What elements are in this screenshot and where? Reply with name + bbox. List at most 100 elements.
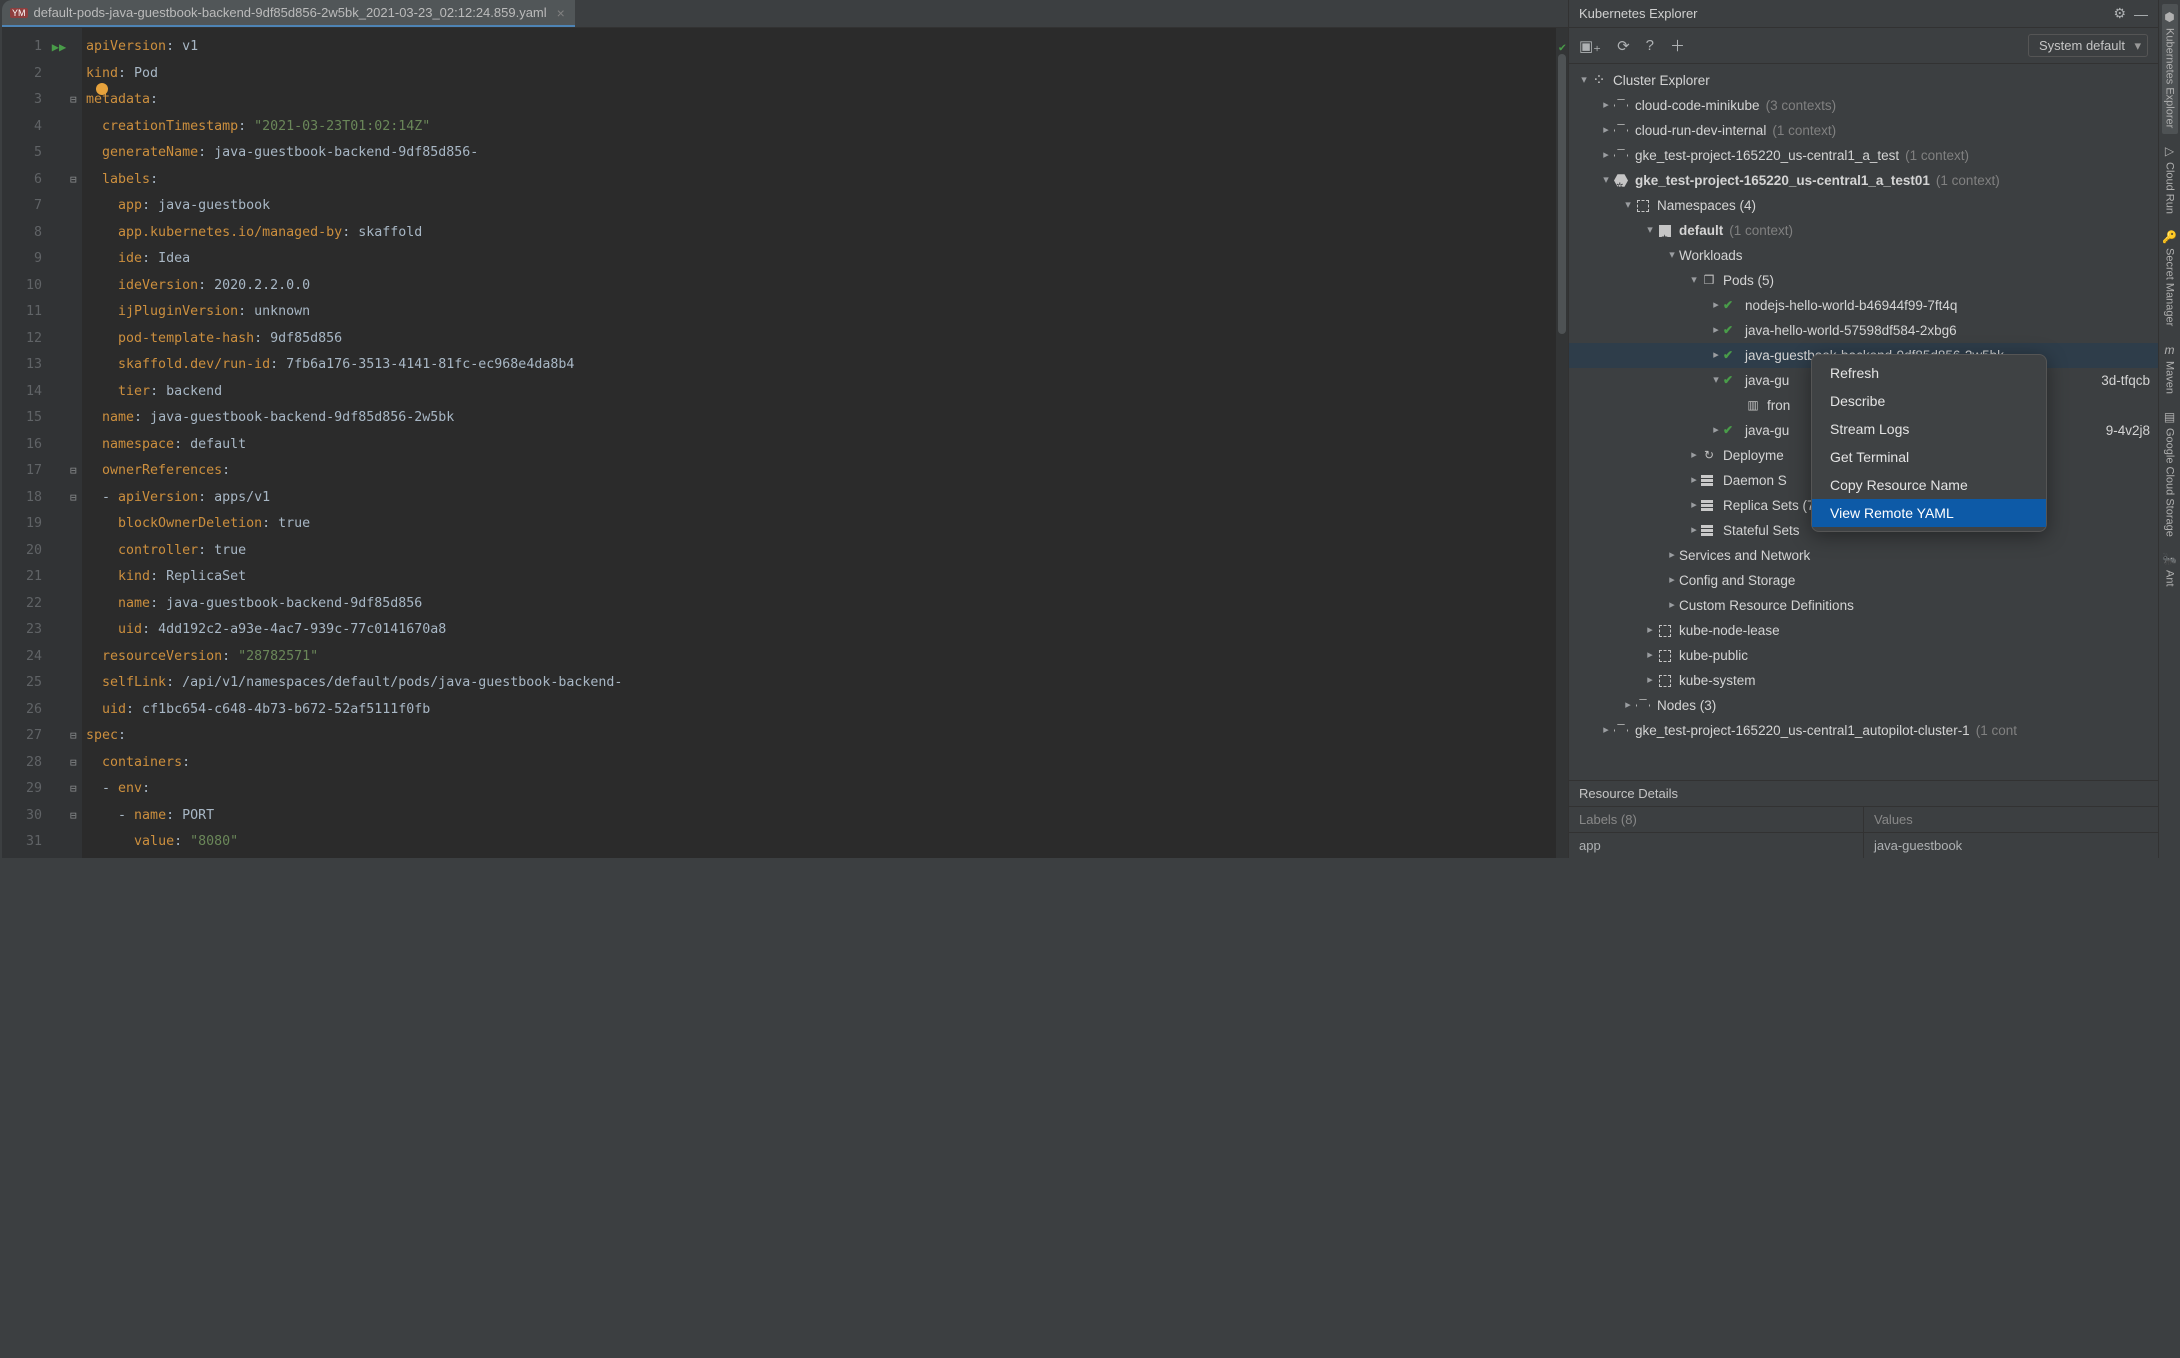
chevron-right-icon[interactable]: ▸ — [1665, 543, 1679, 568]
chevron-right-icon[interactable]: ▸ — [1665, 593, 1679, 618]
tree-row[interactable]: ▸cloud-run-dev-internal(1 context) — [1569, 118, 2158, 143]
fold-toggle-icon[interactable]: ⊟ — [70, 458, 77, 485]
chevron-down-icon[interactable]: ▾ — [1643, 218, 1657, 243]
code-line[interactable]: pod-template-hash: 9df85d856 — [86, 326, 622, 353]
code-line[interactable]: ownerReferences: — [86, 458, 622, 485]
chevron-right-icon[interactable]: ▸ — [1709, 318, 1723, 343]
code-line[interactable]: uid: cf1bc654-c648-4b73-b672-52af5111f0f… — [86, 697, 622, 724]
tool-window-button[interactable]: 🐜Ant — [2160, 546, 2179, 593]
fold-toggle-icon[interactable]: ⊟ — [70, 776, 77, 803]
chevron-down-icon[interactable]: ▾ — [1709, 368, 1723, 393]
tree-row[interactable]: ▸✔java-hello-world-57598df584-2xbg6 — [1569, 318, 2158, 343]
code-line[interactable]: metadata: — [86, 87, 622, 114]
tool-window-button[interactable]: mMaven — [2162, 337, 2178, 400]
tree-row[interactable]: ▸Services and Network — [1569, 543, 2158, 568]
chevron-right-icon[interactable]: ▸ — [1621, 693, 1635, 718]
chevron-right-icon[interactable]: ▸ — [1599, 118, 1613, 143]
code-line[interactable]: name: java-guestbook-backend-9df85d856 — [86, 591, 622, 618]
tree-row[interactable]: ▸kube-system — [1569, 668, 2158, 693]
refresh-icon[interactable]: ⟳ — [1617, 37, 1630, 55]
code-line[interactable]: apiVersion: v1 — [86, 34, 622, 61]
add-context-icon[interactable]: ▣₊ — [1579, 37, 1601, 55]
code-line[interactable]: app.kubernetes.io/managed-by: skaffold — [86, 220, 622, 247]
code-line[interactable]: namespace: default — [86, 432, 622, 459]
code-line[interactable]: labels: — [86, 167, 622, 194]
code-line[interactable]: tier: backend — [86, 379, 622, 406]
tree-row[interactable]: ▸kube-public — [1569, 643, 2158, 668]
editor-scrollbar[interactable]: ✔ — [1556, 28, 1568, 858]
fold-toggle-icon[interactable]: ⊟ — [70, 803, 77, 830]
code-line[interactable]: app: java-guestbook — [86, 193, 622, 220]
code-line[interactable]: skaffold.dev/run-id: 7fb6a176-3513-4141-… — [86, 352, 622, 379]
code-line[interactable]: name: java-guestbook-backend-9df85d856-2… — [86, 405, 622, 432]
code-line[interactable]: resourceVersion: "28782571" — [86, 644, 622, 671]
chevron-down-icon[interactable]: ▾ — [1599, 168, 1613, 193]
help-icon[interactable]: ? — [1646, 37, 1654, 54]
tree-row[interactable]: ▸Custom Resource Definitions — [1569, 593, 2158, 618]
code-line[interactable]: kind: ReplicaSet — [86, 564, 622, 591]
chevron-right-icon[interactable]: ▸ — [1599, 143, 1613, 168]
scope-dropdown[interactable]: System default — [2028, 34, 2148, 57]
tool-window-button[interactable]: ▷Cloud Run — [2162, 138, 2178, 220]
tree-row[interactable]: ▸✔nodejs-hello-world-b46944f99-7ft4q — [1569, 293, 2158, 318]
scrollbar-thumb[interactable] — [1558, 54, 1566, 334]
tree-row[interactable]: ▸Config and Storage — [1569, 568, 2158, 593]
tool-window-button[interactable]: ▤Google Cloud Storage — [2162, 404, 2178, 543]
code-line[interactable]: blockOwnerDeletion: true — [86, 511, 622, 538]
context-menu-item[interactable]: Stream Logs — [1812, 415, 2046, 443]
cluster-tree[interactable]: ▾⁘Cluster Explorer▸cloud-code-minikube(3… — [1569, 64, 2158, 780]
context-menu-item[interactable]: View Remote YAML — [1812, 499, 2046, 527]
chevron-right-icon[interactable]: ▸ — [1731, 393, 1745, 418]
tree-row[interactable]: ▸gke_test-project-165220_us-central1_a_t… — [1569, 143, 2158, 168]
editor-tab[interactable]: YM default-pods-java-guestbook-backend-9… — [2, 0, 575, 27]
chevron-right-icon[interactable]: ▸ — [1687, 443, 1701, 468]
run-gutter-icon[interactable]: ▶▶ — [50, 34, 68, 61]
code-line[interactable]: - env: — [86, 776, 622, 803]
fold-toggle-icon[interactable]: ⊟ — [70, 87, 77, 114]
code-line[interactable]: uid: 4dd192c2-a93e-4ac7-939c-77c0141670a… — [86, 617, 622, 644]
chevron-right-icon[interactable]: ▸ — [1687, 493, 1701, 518]
context-menu-item[interactable]: Get Terminal — [1812, 443, 2046, 471]
tree-row[interactable]: ▾Namespaces (4) — [1569, 193, 2158, 218]
chevron-right-icon[interactable]: ▸ — [1709, 418, 1723, 443]
code-line[interactable]: kind: Pod — [86, 61, 622, 88]
chevron-right-icon[interactable]: ▸ — [1709, 293, 1723, 318]
chevron-right-icon[interactable]: ▸ — [1687, 468, 1701, 493]
tool-window-button[interactable]: 🔑Secret Manager — [2160, 224, 2179, 332]
tree-row[interactable]: ▸cloud-code-minikube(3 contexts) — [1569, 93, 2158, 118]
chevron-down-icon[interactable]: ▾ — [1665, 243, 1679, 268]
fold-toggle-icon[interactable]: ⊟ — [70, 485, 77, 512]
tree-row[interactable]: ▾⁘Cluster Explorer — [1569, 68, 2158, 93]
code-line[interactable]: ide: Idea — [86, 246, 622, 273]
chevron-down-icon[interactable]: ▾ — [1577, 68, 1591, 93]
context-menu-item[interactable]: Refresh — [1812, 359, 2046, 387]
code-line[interactable]: - name: PORT — [86, 803, 622, 830]
code-line[interactable]: ideVersion: 2020.2.2.0.0 — [86, 273, 622, 300]
tree-row[interactable]: ▸gke_test-project-165220_us-central1_aut… — [1569, 718, 2158, 743]
tree-row[interactable]: ▾gke_test-project-165220_us-central1_a_t… — [1569, 168, 2158, 193]
context-menu-item[interactable]: Describe — [1812, 387, 2046, 415]
code-line[interactable]: spec: — [86, 723, 622, 750]
minimize-icon[interactable]: — — [2134, 6, 2148, 22]
chevron-right-icon[interactable]: ▸ — [1665, 568, 1679, 593]
tool-window-button[interactable]: ⬢Kubernetes Explorer — [2162, 4, 2178, 134]
chevron-right-icon[interactable]: ▸ — [1599, 93, 1613, 118]
tree-row[interactable]: ▸kube-node-lease — [1569, 618, 2158, 643]
breakpoint-icon[interactable] — [96, 83, 108, 95]
tree-row[interactable]: ▸Nodes (3) — [1569, 693, 2158, 718]
chevron-right-icon[interactable]: ▸ — [1687, 518, 1701, 543]
tree-row[interactable]: ▾Workloads — [1569, 243, 2158, 268]
tree-row[interactable]: ▾❒Pods (5) — [1569, 268, 2158, 293]
chevron-down-icon[interactable]: ▾ — [1687, 268, 1701, 293]
close-icon[interactable]: × — [557, 6, 565, 20]
code-line[interactable]: containers: — [86, 750, 622, 777]
add-icon[interactable]: ＋ — [1670, 35, 1685, 56]
code-line[interactable]: controller: true — [86, 538, 622, 565]
chevron-down-icon[interactable]: ▾ — [1621, 193, 1635, 218]
tree-row[interactable]: ▾default(1 context) — [1569, 218, 2158, 243]
fold-toggle-icon[interactable]: ⊟ — [70, 167, 77, 194]
code-editor[interactable]: 1234567891011121314151617181920212223242… — [2, 28, 1568, 858]
code-content[interactable]: apiVersion: v1kind: Podmetadata: creatio… — [82, 28, 622, 858]
gear-icon[interactable]: ⚙ — [2113, 5, 2126, 22]
fold-toggle-icon[interactable]: ⊟ — [70, 750, 77, 777]
